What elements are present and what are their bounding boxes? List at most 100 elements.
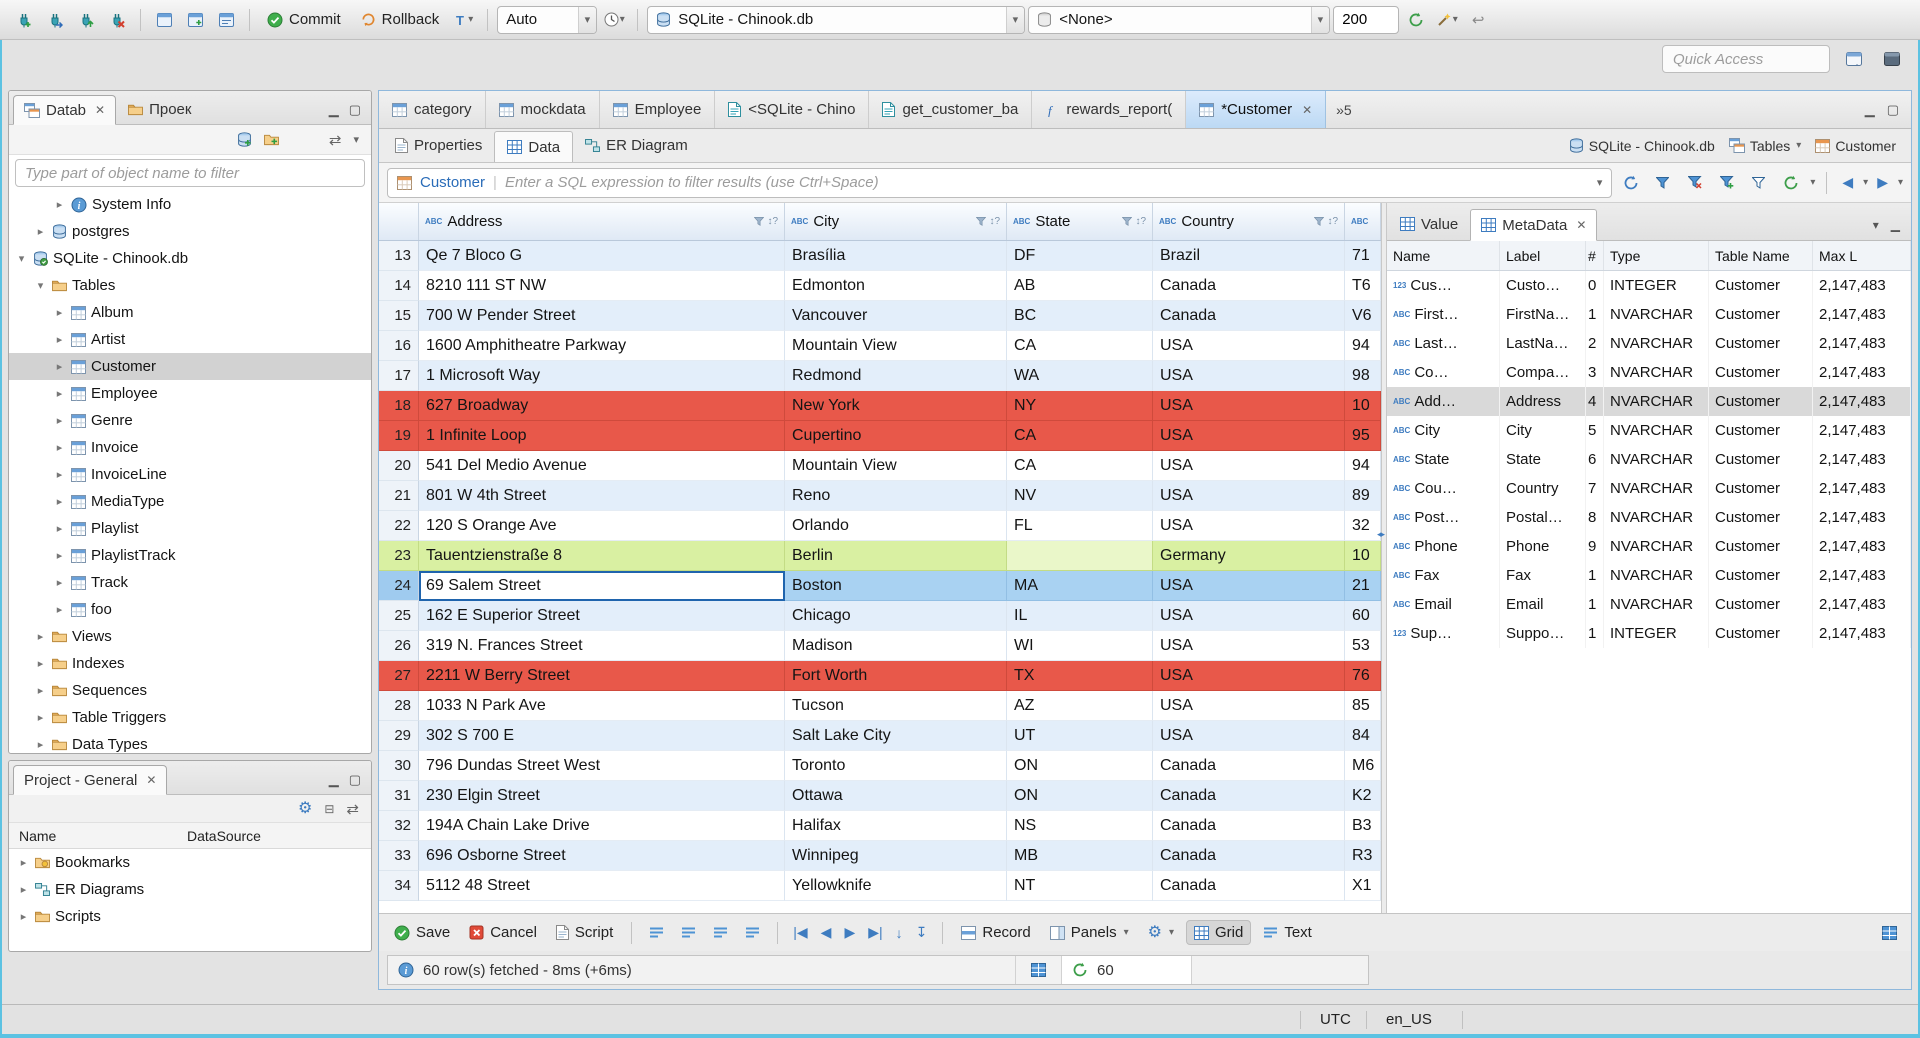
grid-cell[interactable]: Cupertino bbox=[785, 421, 1007, 451]
chevron-right-icon[interactable]: ▸ bbox=[53, 603, 66, 616]
locale-indicator[interactable]: en_US bbox=[1386, 1005, 1432, 1034]
grid-cell[interactable]: ON bbox=[1007, 781, 1153, 811]
minimize-icon[interactable]: ▁ bbox=[1891, 218, 1900, 232]
row-number[interactable]: 14 bbox=[379, 271, 419, 301]
schema-select[interactable]: <None> ▾ bbox=[1028, 5, 1331, 34]
tree-item-sqlite-chinook-db[interactable]: ▾ SQLite - Chinook.db bbox=[9, 245, 371, 272]
custom-filter-icon[interactable] bbox=[1745, 169, 1772, 196]
tree-item-playlisttrack[interactable]: ▸ PlaylistTrack bbox=[9, 542, 371, 569]
grid-cell[interactable]: Salt Lake City bbox=[785, 721, 1007, 751]
auto-refresh-control[interactable]: 60 bbox=[1062, 956, 1192, 984]
connect-icon[interactable] bbox=[41, 6, 69, 34]
history-forward-icon[interactable]: ▶ bbox=[1873, 174, 1892, 191]
grid-cell[interactable]: 1 Microsoft Way bbox=[419, 361, 785, 391]
grid-cell[interactable]: AZ bbox=[1007, 691, 1153, 721]
apply-filter-icon[interactable] bbox=[1649, 169, 1676, 196]
open-recent-sql-editor-icon[interactable] bbox=[181, 6, 209, 34]
grid-cell[interactable]: Canada bbox=[1153, 811, 1345, 841]
row-number[interactable]: 19 bbox=[379, 421, 419, 451]
grid-cell[interactable]: USA bbox=[1153, 331, 1345, 361]
tree-item-track[interactable]: ▸ Track bbox=[9, 569, 371, 596]
grid-cell[interactable]: 69 Salem Street bbox=[419, 571, 785, 601]
value-panel-icon[interactable] bbox=[1876, 919, 1903, 946]
grid-cell[interactable]: CA bbox=[1007, 451, 1153, 481]
refresh-icon[interactable] bbox=[1402, 6, 1430, 34]
grid-cell[interactable]: BC bbox=[1007, 301, 1153, 331]
grid-cell[interactable]: Madison bbox=[785, 631, 1007, 661]
tree-item-data-types[interactable]: ▸ Data Types bbox=[9, 731, 371, 753]
grid-cell[interactable]: 8210 111 ST NW bbox=[419, 271, 785, 301]
project-item-bookmarks[interactable]: ▸ Bookmarks bbox=[9, 849, 371, 876]
minimize-icon[interactable]: ▁ bbox=[329, 102, 339, 118]
tab-data[interactable]: Data bbox=[494, 131, 574, 162]
record-toggle-button[interactable]: Record bbox=[954, 921, 1037, 944]
editor-tab-sqlite-chino[interactable]: <SQLite - Chino bbox=[715, 91, 870, 128]
chevron-right-icon[interactable]: ▸ bbox=[53, 333, 66, 346]
row-number[interactable]: 25 bbox=[379, 601, 419, 631]
row-number[interactable]: 23 bbox=[379, 541, 419, 571]
undo-icon[interactable]: ↩ bbox=[1464, 6, 1492, 34]
grid-view-button[interactable]: Grid bbox=[1186, 920, 1252, 945]
chevron-right-icon[interactable]: ▸ bbox=[53, 198, 66, 211]
grid-cell[interactable]: Canada bbox=[1153, 271, 1345, 301]
tab-overflow[interactable]: »5 bbox=[1326, 91, 1362, 128]
grid-cell[interactable]: USA bbox=[1153, 691, 1345, 721]
fetch-all-rows-icon[interactable]: ↧ bbox=[912, 924, 932, 941]
metadata-row[interactable]: ABC Add… Address 4 NVARCHAR Customer 2,147,483 bbox=[1387, 387, 1911, 416]
chevron-down-icon[interactable]: ▾ bbox=[15, 252, 28, 265]
grid-cell[interactable]: USA bbox=[1153, 451, 1345, 481]
metadata-row[interactable]: ABC Phone Phone 9 NVARCHAR Customer 2,147,483 bbox=[1387, 532, 1911, 561]
grid-cell[interactable]: DF bbox=[1007, 241, 1153, 271]
column-header-name[interactable]: Name bbox=[9, 828, 187, 844]
grid-cell[interactable]: AB bbox=[1007, 271, 1153, 301]
meta-column-header-table-name[interactable]: Table Name bbox=[1709, 241, 1813, 270]
grid-cell[interactable]: ON bbox=[1007, 751, 1153, 781]
tree-item-mediatype[interactable]: ▸ MediaType bbox=[9, 488, 371, 515]
editor-tab-customer[interactable]: *Customer ✕ bbox=[1186, 91, 1327, 128]
grid-cell[interactable]: 76 bbox=[1345, 661, 1381, 691]
grid-cell[interactable]: 10 bbox=[1345, 391, 1381, 421]
grid-cell[interactable]: Tauentzienstraße 8 bbox=[419, 541, 785, 571]
link-with-editor-icon[interactable]: ⇄ bbox=[346, 800, 359, 818]
grid-cell[interactable]: B3 bbox=[1345, 811, 1381, 841]
metadata-row[interactable]: ABC Fax Fax 1 NVARCHAR Customer 2,147,483 bbox=[1387, 561, 1911, 590]
tree-item-invoiceline[interactable]: ▸ InvoiceLine bbox=[9, 461, 371, 488]
grid-cell[interactable]: 71 bbox=[1345, 241, 1381, 271]
script-button[interactable]: Script bbox=[549, 921, 620, 944]
grid-cell[interactable]: USA bbox=[1153, 661, 1345, 691]
grid-cell[interactable]: USA bbox=[1153, 511, 1345, 541]
rollback-button[interactable]: Rollback bbox=[352, 6, 448, 34]
grid-cell[interactable]: Halifax bbox=[785, 811, 1007, 841]
grid-cell[interactable]: 541 Del Medio Avenue bbox=[419, 451, 785, 481]
chevron-right-icon[interactable]: ▸ bbox=[53, 495, 66, 508]
row-number[interactable]: 26 bbox=[379, 631, 419, 661]
grid-cell[interactable]: Reno bbox=[785, 481, 1007, 511]
meta-column-header-max-l[interactable]: Max L bbox=[1813, 241, 1911, 270]
grid-cell[interactable]: WI bbox=[1007, 631, 1153, 661]
grid-cell[interactable]: USA bbox=[1153, 631, 1345, 661]
commit-button[interactable]: Commit bbox=[259, 6, 349, 34]
grid-cell[interactable]: Chicago bbox=[785, 601, 1007, 631]
filter-icon[interactable] bbox=[976, 217, 987, 226]
grid-cell[interactable]: 627 Broadway bbox=[419, 391, 785, 421]
project-item-scripts[interactable]: ▸ Scripts bbox=[9, 903, 371, 930]
grid-cell[interactable]: 302 S 700 E bbox=[419, 721, 785, 751]
grid-cell[interactable]: 162 E Superior Street bbox=[419, 601, 785, 631]
tab-er-diagram[interactable]: ER Diagram bbox=[573, 129, 700, 162]
tab-value[interactable]: Value bbox=[1390, 208, 1468, 240]
editor-tab-employee[interactable]: Employee bbox=[600, 91, 716, 128]
grid-cell[interactable]: Brazil bbox=[1153, 241, 1345, 271]
breadcrumb-sqlite-chinook-db[interactable]: SQLite - Chinook.db bbox=[1566, 136, 1718, 156]
first-record-icon[interactable]: |◀ bbox=[789, 924, 811, 941]
quick-access-input[interactable] bbox=[1662, 45, 1830, 73]
close-icon[interactable]: ✕ bbox=[146, 773, 156, 787]
grid-cell[interactable]: Berlin bbox=[785, 541, 1007, 571]
collapse-all-icon[interactable]: ⊟ bbox=[324, 802, 334, 816]
duplicate-row-icon[interactable] bbox=[707, 919, 734, 946]
open-perspective-icon[interactable] bbox=[1840, 45, 1868, 73]
chevron-right-icon[interactable]: ▸ bbox=[53, 441, 66, 454]
chevron-right-icon[interactable]: ▸ bbox=[53, 576, 66, 589]
fetch-next-page-icon[interactable]: ↓ bbox=[892, 925, 907, 941]
splitter-handle-icon[interactable]: ◂▸ bbox=[1377, 529, 1385, 539]
history-back-icon[interactable]: ◀ bbox=[1838, 174, 1857, 191]
